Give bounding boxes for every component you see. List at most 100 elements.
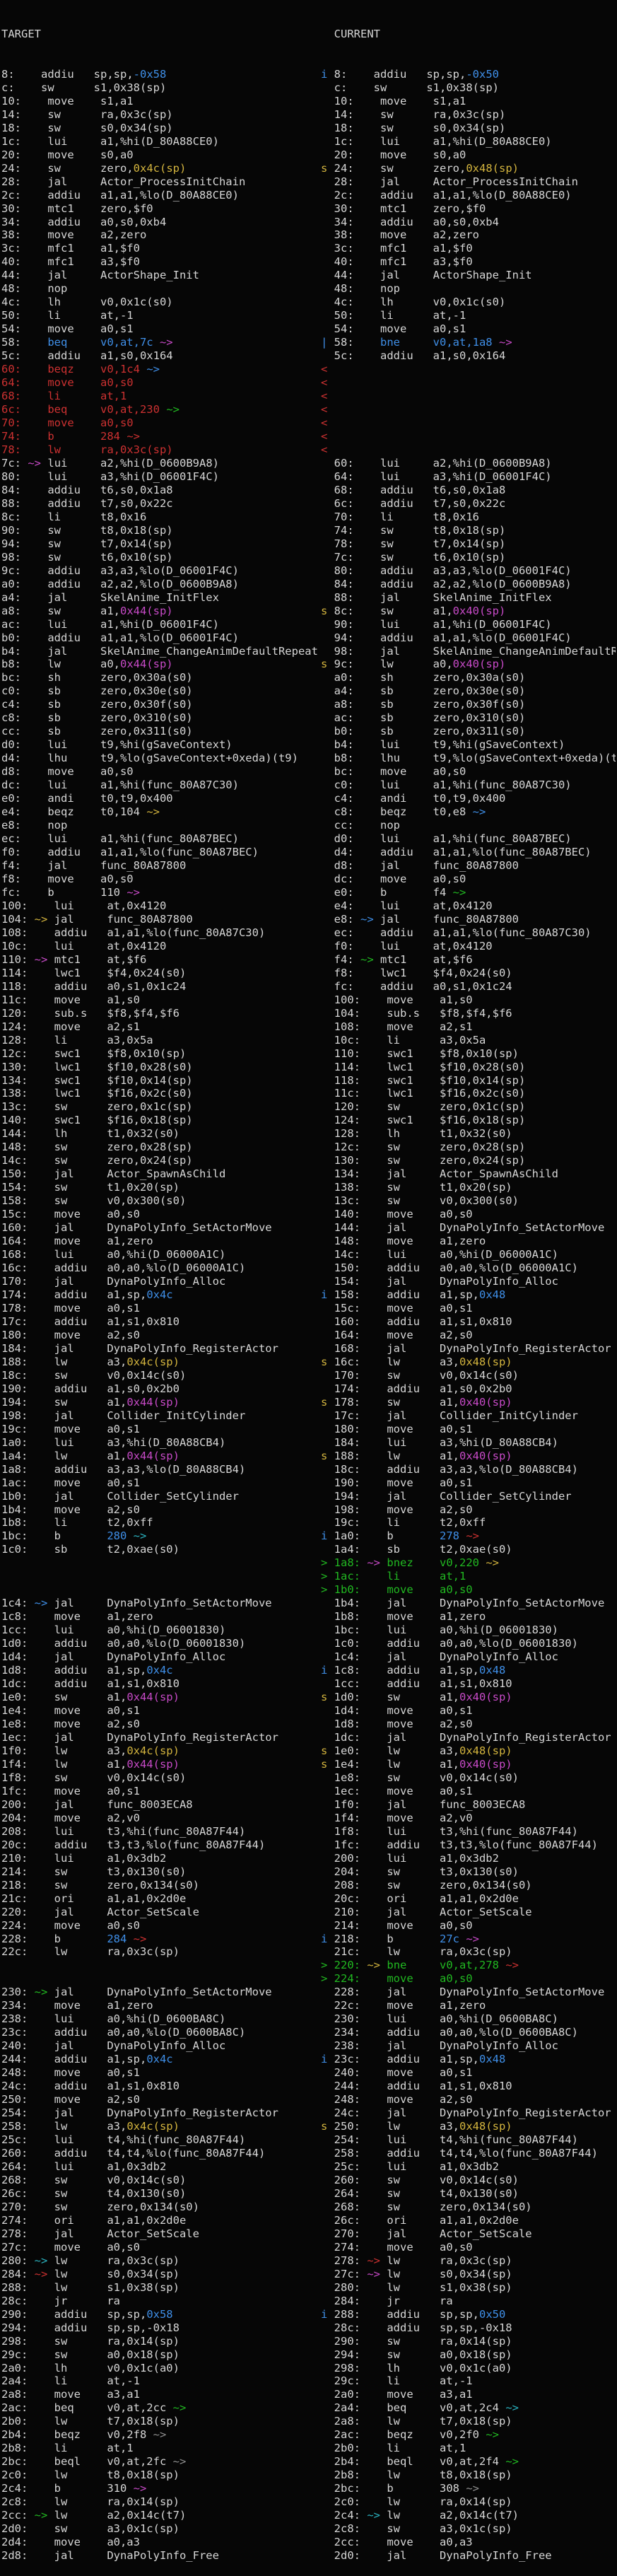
asm-row: 1a8: addiu a3,a3,%lo(D_80A88CB4) 18c: ad… bbox=[1, 1463, 617, 1476]
target-line: 24c: addiu a1,s1,0x810 bbox=[1, 2080, 321, 2093]
current-line: b0: sb zero,0x311(s0) bbox=[321, 725, 616, 738]
diff-marker bbox=[321, 1074, 334, 1087]
current-line: 1e8: sw v0,0x14c(s0) bbox=[321, 1771, 616, 1785]
asm-row: 1d8: addiu a1,sp,0x4ci 1c8: addiu a1,sp,… bbox=[1, 1664, 617, 1677]
diff-marker bbox=[321, 1181, 334, 1194]
diff-marker bbox=[321, 1329, 334, 1341]
target-line: 9c: addiu a3,a3,%lo(D_06001F4C) bbox=[1, 564, 321, 578]
current-line: 70: li t8,0x16 bbox=[321, 511, 616, 524]
current-line: i 158: addiu a1,sp,0x48 bbox=[321, 1288, 616, 1302]
diff-marker bbox=[321, 711, 334, 724]
asm-row: 210: lui a1,0x3db2 200: lui a1,0x3db2 bbox=[1, 1852, 617, 1865]
diff-marker bbox=[321, 1490, 334, 1503]
target-line: 238: lui a0,%hi(D_0600BA8C) bbox=[1, 2012, 321, 2026]
diff-marker bbox=[321, 684, 334, 697]
target-line: 124: move a2,s1 bbox=[1, 1020, 321, 1034]
target-line: 254: jal DynaPolyInfo_RegisterActor bbox=[1, 2106, 321, 2120]
diff-marker: s bbox=[321, 1744, 334, 1757]
asm-row: 288: lw s1,0x38(sp) 280: lw s1,0x38(sp) bbox=[1, 2281, 617, 2295]
current-line: 26c: ori a1,a1,0x2d0e bbox=[321, 2214, 616, 2227]
asm-row: c8: sb zero,0x310(s0) ac: sb zero,0x310(… bbox=[1, 711, 617, 725]
asm-row: 6c: beq v0,at,230 ~>< bbox=[1, 403, 617, 416]
current-line: 294: sw a0,0x18(sp) bbox=[321, 2348, 616, 2362]
current-line: 274: move a0,s0 bbox=[321, 2241, 616, 2254]
target-line: 214: sw t3,0x130(s0) bbox=[1, 1865, 321, 1879]
target-line: 228: b 284 ~> bbox=[1, 1933, 321, 1946]
asm-row: 28c: jr ra 284: jr ra bbox=[1, 2295, 617, 2308]
asm-row: 3c: mfc1 a1,$f0 3c: mfc1 a1,$f0 bbox=[1, 242, 617, 255]
asm-row: 34: addiu a0,s0,0xb4 34: addiu a0,s0,0xb… bbox=[1, 216, 617, 229]
current-line: 184: lui a3,%hi(D_80A88CB4) bbox=[321, 1436, 616, 1450]
diff-marker bbox=[321, 725, 334, 738]
diff-marker bbox=[321, 2536, 334, 2548]
target-line: c4: sb zero,0x30f(s0) bbox=[1, 698, 321, 711]
target-line: 198: jal Collider_InitCylinder bbox=[1, 1409, 321, 1423]
asm-row: 2b0: lw t7,0x18(sp) 2a8: lw t7,0x18(sp) bbox=[1, 2415, 617, 2428]
asm-row: dc: lui a1,%hi(func_80A87C30) c0: lui a1… bbox=[1, 779, 617, 792]
asm-row: 2bc: beql v0,at,2fc ~> 2b4: beql v0,at,2… bbox=[1, 2455, 617, 2469]
diff-marker bbox=[321, 953, 334, 966]
diff-marker bbox=[321, 645, 334, 658]
target-line bbox=[1, 1556, 321, 1570]
diff-marker bbox=[321, 1369, 334, 1382]
diff-marker bbox=[321, 148, 334, 161]
diff-marker: < bbox=[321, 376, 334, 389]
current-line: 104: sub.s $f8,$f4,$f6 bbox=[321, 1007, 616, 1020]
target-line: 23c: addiu a0,a0,%lo(D_0600BA8C) bbox=[1, 2026, 321, 2039]
diff-marker bbox=[321, 228, 334, 241]
asm-row: 14c: sw zero,0x24(sp) 130: sw zero,0x24(… bbox=[1, 1154, 617, 1167]
asm-row: 188: lw a3,0x4c(sp)s 16c: lw a3,0x48(sp) bbox=[1, 1356, 617, 1369]
current-line: d8: jal func_80A87800 bbox=[321, 859, 616, 873]
target-line: 204: move a2,v0 bbox=[1, 1812, 321, 1825]
asm-row: 158: sw v0,0x300(s0) 13c: sw v0,0x300(s0… bbox=[1, 1194, 617, 1208]
diff-marker bbox=[321, 470, 334, 483]
diff-marker bbox=[321, 631, 334, 644]
asm-diff-rows: 8: addiu sp,sp,-0x58i 8: addiu sp,sp,-0x… bbox=[1, 68, 617, 2563]
target-line: bc: sh zero,0x30a(s0) bbox=[1, 671, 321, 684]
asm-row: 140: swc1 $f16,0x18(sp) 124: swc1 $f16,0… bbox=[1, 1114, 617, 1127]
asm-row: 274: ori a1,a1,0x2d0e 26c: ori a1,a1,0x2… bbox=[1, 2214, 617, 2227]
asm-row: 1e0: sw a1,0x44(sp)s 1d0: sw a1,0x40(sp) bbox=[1, 1691, 617, 1704]
current-line: c4: andi t0,t9,0x400 bbox=[321, 792, 616, 805]
target-line: 3c: mfc1 a1,$f0 bbox=[1, 242, 321, 255]
asm-row: a4: jal SkelAnime_InitFlex 88: jal SkelA… bbox=[1, 591, 617, 605]
diff-marker bbox=[321, 2147, 334, 2160]
diff-marker: i bbox=[321, 2053, 334, 2065]
asm-row: 130: lwc1 $f10,0x28(s0) 114: lwc1 $f10,0… bbox=[1, 1061, 617, 1074]
diff-marker bbox=[321, 671, 334, 684]
asm-row: 270: sw zero,0x134(s0) 268: sw zero,0x13… bbox=[1, 2201, 617, 2214]
target-line: 168: lui a0,%hi(D_06000A1C) bbox=[1, 1248, 321, 1261]
current-line: 50: li at,-1 bbox=[321, 309, 616, 322]
diff-marker bbox=[321, 2254, 334, 2267]
current-line: i 23c: addiu a1,sp,0x48 bbox=[321, 2053, 616, 2066]
asm-row: 204: move a2,v0 1f4: move a2,v0 bbox=[1, 1812, 617, 1825]
target-line: c0: sb zero,0x30e(s0) bbox=[1, 684, 321, 698]
asm-row: 280: ~> lw ra,0x3c(sp) 278: ~> lw ra,0x3… bbox=[1, 2254, 617, 2268]
asm-row: 184: jal DynaPolyInfo_RegisterActor 168:… bbox=[1, 1342, 617, 1356]
diff-marker bbox=[321, 1315, 334, 1328]
target-line: 21c: ori a1,a1,0x2d0e bbox=[1, 1892, 321, 1906]
diff-marker bbox=[321, 993, 334, 1006]
current-line: c8: beqz t0,e8 ~> bbox=[321, 805, 616, 819]
target-line: 1c0: sb t2,0xae(s0) bbox=[1, 1543, 321, 1556]
diff-marker bbox=[321, 1731, 334, 1744]
asm-row: 198: jal Collider_InitCylinder 17c: jal … bbox=[1, 1409, 617, 1423]
diff-marker bbox=[321, 189, 334, 202]
current-line: 1a4: sb t2,0xae(s0) bbox=[321, 1543, 616, 1556]
target-line: 1b4: move a2,s0 bbox=[1, 1503, 321, 1517]
current-line: 260: sw v0,0x14c(s0) bbox=[321, 2174, 616, 2187]
diff-marker bbox=[321, 2401, 334, 2414]
diff-marker bbox=[321, 202, 334, 215]
diff-marker bbox=[321, 1999, 334, 2012]
target-line: 278: jal Actor_SetScale bbox=[1, 2227, 321, 2241]
diff-marker bbox=[321, 2066, 334, 2079]
target-line: 108: addiu a1,a1,%lo(func_80A87C30) bbox=[1, 926, 321, 940]
diff-marker bbox=[321, 2268, 334, 2280]
target-line: 184: jal DynaPolyInfo_RegisterActor bbox=[1, 1342, 321, 1356]
current-line: 15c: move a0,s1 bbox=[321, 1302, 616, 1315]
current-line: 2b0: li at,1 bbox=[321, 2442, 616, 2455]
diff-marker bbox=[321, 1007, 334, 1020]
target-line: c: sw s1,0x38(sp) bbox=[1, 81, 321, 95]
target-line: f8: move a0,s0 bbox=[1, 873, 321, 886]
target-line: b0: addiu a1,a1,%lo(D_06001F4C) bbox=[1, 631, 321, 645]
